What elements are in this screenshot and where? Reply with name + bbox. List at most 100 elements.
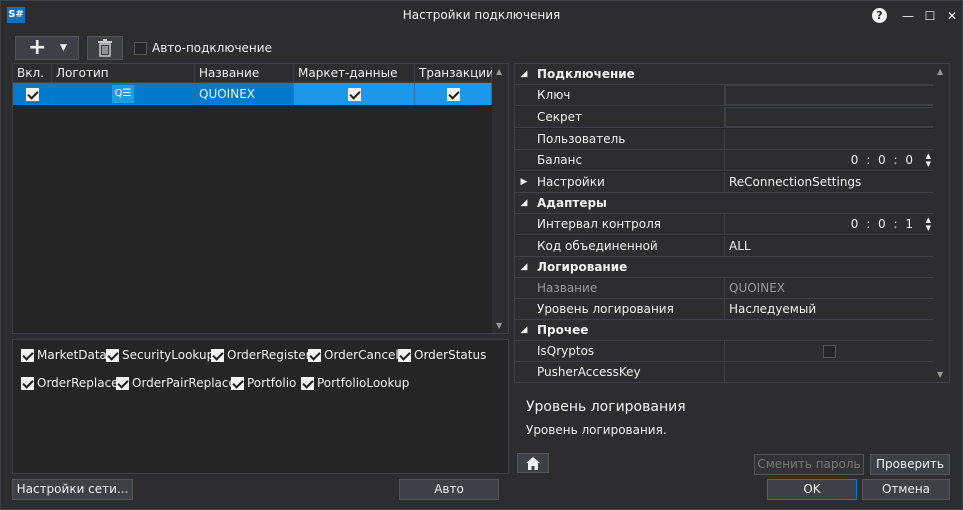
collapse-icon[interactable]: ◢	[515, 320, 533, 340]
add-connection-button[interactable]: + ▼	[15, 36, 79, 60]
msg-marketdata[interactable]: MarketData	[21, 348, 107, 362]
property-scrollbar[interactable]: ▲ ▼	[933, 64, 949, 382]
securitylookup-checkbox[interactable]	[106, 348, 119, 362]
msg-orderpairreplace[interactable]: OrderPairReplace	[116, 376, 236, 390]
pusher-key-input[interactable]	[725, 362, 935, 382]
ok-button[interactable]: OK	[767, 479, 857, 500]
transactions-cell	[415, 83, 492, 105]
msg-portfolio[interactable]: Portfolio	[231, 376, 296, 390]
chevron-down-icon[interactable]: ▼	[60, 43, 67, 53]
msg-portfoliolookup[interactable]: PortfolioLookup	[301, 376, 409, 390]
table-row[interactable]: Q☰ QUOINEX	[13, 83, 492, 105]
reconnect-value[interactable]: ReConnectionSettings	[725, 172, 935, 192]
collapse-icon[interactable]: ◢	[515, 193, 533, 213]
key-input[interactable]	[725, 85, 935, 105]
prop-pusher-key[interactable]: PusherAccessKey	[515, 362, 935, 383]
minimize-button[interactable]: —	[899, 7, 917, 25]
plus-icon: +	[28, 35, 47, 60]
orderregister-label: OrderRegister	[227, 348, 311, 362]
log-level-select[interactable]: Наследуемый	[725, 299, 935, 319]
cancel-button[interactable]: Отмена	[862, 479, 950, 500]
prop-user[interactable]: Пользователь	[515, 129, 935, 150]
grid-header: Вкл. Логотип Название Маркет-данные Тран…	[13, 64, 494, 83]
prop-reconnect[interactable]: ▶ Настройки переподключения ReConnection…	[515, 172, 935, 210]
orderreplace-checkbox[interactable]	[21, 376, 34, 390]
orderregister-checkbox[interactable]	[211, 348, 224, 362]
marketdata-checkbox[interactable]	[21, 348, 34, 362]
column-enabled[interactable]: Вкл.	[13, 64, 52, 82]
orderpairreplace-checkbox[interactable]	[116, 376, 129, 390]
prop-name[interactable]: Название QUOINEX	[515, 278, 935, 299]
auto-connect-checkbox[interactable]	[134, 41, 147, 55]
portfolio-checkbox[interactable]	[231, 376, 244, 390]
prop-balance-label: Баланс	[533, 150, 725, 170]
category-other[interactable]: ◢ Прочее	[515, 320, 935, 341]
column-logo[interactable]: Логотип	[52, 64, 195, 82]
market-data-checkbox[interactable]	[347, 87, 361, 101]
ordercancel-label: OrderCancel	[324, 348, 399, 362]
auto-connect-option[interactable]: Авто-подключение	[134, 41, 272, 55]
prop-log-level[interactable]: Уровень логирования Наследуемый	[515, 299, 935, 320]
prop-reconnect-label: Настройки переподключения	[533, 172, 725, 210]
enabled-cell	[13, 83, 52, 105]
orderstatus-checkbox[interactable]	[398, 348, 411, 362]
spinner-icon[interactable]: ▲ ▼	[926, 152, 931, 168]
collapse-icon[interactable]: ◢	[515, 64, 533, 84]
msg-orderreplace[interactable]: OrderReplace	[21, 376, 119, 390]
scroll-up-icon[interactable]: ▲	[937, 67, 943, 76]
prop-secret[interactable]: Секрет	[515, 107, 935, 128]
category-label: Прочее	[533, 320, 589, 340]
spinner-icon[interactable]: ▲ ▼	[926, 216, 931, 232]
category-label: Адаптеры	[533, 193, 607, 213]
is-qryptos-checkbox[interactable]	[823, 345, 836, 358]
scroll-down-icon[interactable]: ▼	[496, 321, 502, 330]
msg-ordercancel[interactable]: OrderCancel	[308, 348, 399, 362]
prop-interval[interactable]: Интервал контроля 0 : 0 : 1 ▲ ▼	[515, 214, 935, 235]
title-bar: S# Настройки подключения ? — ☐ ✕	[1, 1, 962, 31]
prop-key-label: Ключ	[533, 85, 725, 105]
orderpairreplace-label: OrderPairReplace	[132, 376, 236, 390]
secret-input[interactable]	[725, 107, 935, 127]
network-settings-button[interactable]: Настройки сети...	[12, 479, 133, 500]
prop-balance[interactable]: Баланс 0 : 0 : 0 ▲ ▼	[515, 150, 935, 171]
home-button[interactable]	[517, 453, 549, 473]
prop-key[interactable]: Ключ	[515, 85, 935, 106]
expand-icon[interactable]: ▶	[515, 172, 533, 192]
close-button[interactable]: ✕	[943, 7, 961, 25]
property-description: Уровень логирования Уровень логирования.	[514, 387, 950, 449]
balance-timespan[interactable]: 0 : 0 : 0 ▲ ▼	[725, 150, 935, 170]
board-code-value[interactable]: ALL	[725, 236, 935, 256]
description-title: Уровень логирования	[526, 399, 686, 415]
msg-orderstatus[interactable]: OrderStatus	[398, 348, 486, 362]
prop-is-qryptos[interactable]: IsQryptos	[515, 341, 935, 362]
auto-button[interactable]: Авто	[399, 479, 499, 500]
maximize-button[interactable]: ☐	[921, 7, 939, 25]
prop-board-code[interactable]: Код объединенной площадки ALL	[515, 236, 935, 274]
check-button[interactable]: Проверить	[870, 454, 950, 475]
delete-connection-button[interactable]	[87, 36, 123, 60]
collapse-icon[interactable]: ◢	[515, 257, 533, 277]
portfoliolookup-checkbox[interactable]	[301, 376, 314, 390]
user-input[interactable]	[725, 129, 935, 149]
column-name[interactable]: Название	[195, 64, 294, 82]
interval-timespan[interactable]: 0 : 0 : 1 ▲ ▼	[725, 214, 935, 234]
auto-connect-label: Авто-подключение	[152, 41, 272, 55]
grid-scrollbar[interactable]: ▲ ▼	[492, 64, 508, 333]
msg-orderregister[interactable]: OrderRegister	[211, 348, 311, 362]
scroll-down-icon[interactable]: ▼	[937, 370, 943, 379]
scroll-up-icon[interactable]: ▲	[496, 67, 502, 76]
transactions-checkbox[interactable]	[446, 87, 460, 101]
market-data-cell	[294, 83, 415, 105]
interval-value: 0 : 0 : 1	[850, 217, 915, 231]
msg-securitylookup[interactable]: SecurityLookup	[106, 348, 214, 362]
category-adapters[interactable]: ◢ Адаптеры	[515, 193, 935, 214]
help-icon[interactable]: ?	[872, 8, 887, 23]
column-transactions[interactable]: Транзакции	[415, 64, 494, 82]
column-market-data[interactable]: Маркет-данные	[294, 64, 415, 82]
enabled-checkbox[interactable]	[25, 87, 39, 101]
category-logging[interactable]: ◢ Логирование	[515, 257, 935, 278]
change-password-button[interactable]: Сменить пароль	[754, 454, 864, 475]
prop-pusher-key-label: PusherAccessKey	[533, 362, 725, 382]
ordercancel-checkbox[interactable]	[308, 348, 321, 362]
category-connection[interactable]: ◢ Подключение	[515, 64, 935, 85]
